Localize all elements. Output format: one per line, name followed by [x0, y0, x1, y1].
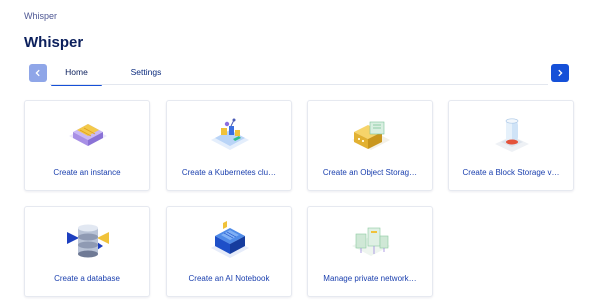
card-create-ai-notebook[interactable]: Create an AI Notebook [166, 206, 292, 297]
breadcrumb[interactable]: Whisper [24, 11, 57, 21]
card-label: Create an AI Notebook [188, 274, 270, 283]
chevron-left-icon [35, 69, 40, 77]
card-label: Manage private network… [323, 274, 417, 283]
card-label: Create an instance [53, 168, 121, 177]
database-illustration-icon [67, 224, 109, 258]
tab-settings[interactable]: Settings [124, 67, 168, 85]
card-manage-private-network[interactable]: Manage private network… [307, 206, 433, 297]
instance-illustration-icon [69, 124, 107, 146]
scroll-left-button[interactable] [29, 64, 47, 82]
card-create-instance[interactable]: Create an instance [24, 100, 150, 191]
card-create-kubernetes[interactable]: Create a Kubernetes clu… [166, 100, 292, 191]
kubernetes-illustration-icon [211, 118, 249, 150]
card-create-database[interactable]: Create a database [24, 206, 150, 297]
tab-home[interactable]: Home [51, 67, 102, 86]
card-label: Create a Block Storage v… [462, 168, 560, 177]
private-network-illustration-icon [352, 227, 390, 256]
card-label: Create a Kubernetes clu… [181, 168, 277, 177]
scroll-right-button[interactable] [551, 64, 569, 82]
object-storage-illustration-icon [352, 121, 390, 150]
page-title: Whisper [24, 34, 84, 51]
card-label: Create an Object Storag… [322, 168, 418, 177]
card-create-block-storage[interactable]: Create a Block Storage v… [448, 100, 574, 191]
tabs-divider [50, 84, 548, 85]
block-storage-illustration-icon [495, 118, 529, 152]
ai-notebook-illustration-icon [211, 221, 249, 258]
chevron-right-icon [558, 69, 563, 77]
card-label: Create a database [54, 274, 120, 283]
tabs-bar: Home Settings [29, 63, 569, 86]
card-create-object-storage[interactable]: Create an Object Storag… [307, 100, 433, 191]
